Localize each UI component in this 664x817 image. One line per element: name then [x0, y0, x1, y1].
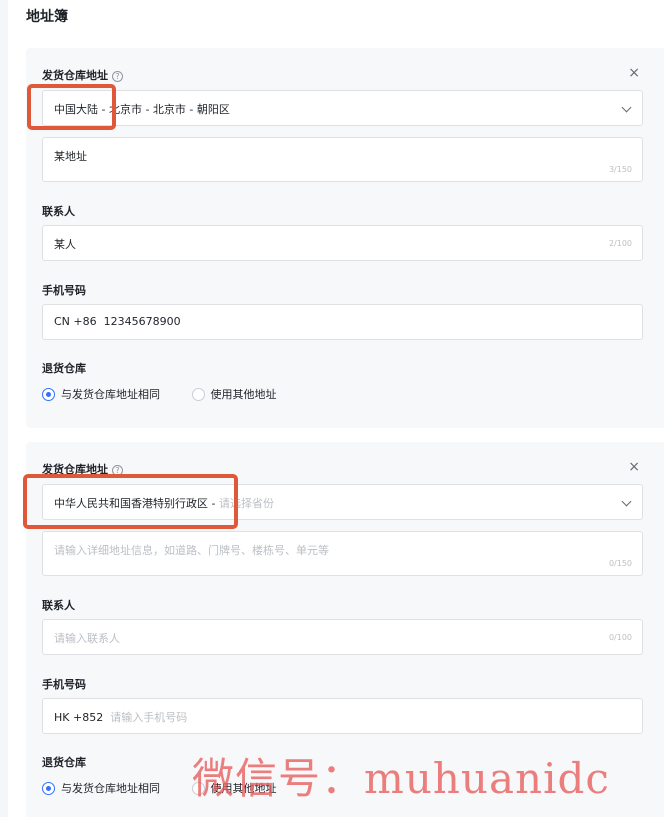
close-icon[interactable]: ×: [628, 66, 640, 80]
watermark: 微信号：muhuanidc: [192, 754, 610, 803]
contact-placeholder: 请输入联系人: [54, 632, 120, 645]
page-title: 地址簿: [26, 9, 68, 25]
return-warehouse-label: 退货仓库: [42, 362, 86, 375]
phone-label: 手机号码: [42, 284, 86, 297]
contact-counter: 2/100: [608, 239, 632, 248]
address-placeholder: 请输入详细地址信息，如道路、门牌号、楼栋号、单元等: [54, 544, 329, 557]
phone-placeholder: 请输入手机号码: [110, 711, 188, 724]
chevron-down-icon: [621, 102, 632, 113]
phone-input[interactable]: CN +86 12345678900: [42, 304, 643, 340]
phone-value: HK +852 请输入手机号码: [54, 709, 187, 725]
contact-counter: 0/100: [608, 633, 632, 642]
radio-same-label: 与发货仓库地址相同: [61, 388, 160, 401]
radio-unchecked-icon[interactable]: [191, 388, 205, 401]
highlight-box-region-2: [23, 474, 238, 529]
chevron-down-icon: [621, 496, 632, 507]
phone-value: CN +86 12345678900: [54, 315, 181, 328]
ship-address-label-text: 发货仓库地址: [42, 69, 108, 82]
contact-input[interactable]: 请输入联系人 0/100: [42, 619, 643, 655]
phone-prefix[interactable]: HK +852: [54, 711, 103, 724]
contact-input[interactable]: 某人 2/100: [42, 225, 643, 261]
address-value: 某地址: [54, 150, 87, 163]
close-icon[interactable]: ×: [628, 460, 640, 474]
phone-label: 手机号码: [42, 678, 86, 691]
address-input[interactable]: 请输入详细地址信息，如道路、门牌号、楼栋号、单元等 0/150: [42, 531, 643, 576]
radio-use-other[interactable]: 使用其他地址: [191, 386, 277, 402]
contact-label: 联系人: [42, 205, 75, 218]
radio-other-label: 使用其他地址: [210, 388, 277, 401]
region-select[interactable]: 中国大陆 - 北京市 - 北京市 - 朝阳区: [42, 90, 643, 126]
radio-same-as-ship[interactable]: 与发货仓库地址相同: [42, 780, 160, 796]
return-warehouse-label: 退货仓库: [42, 756, 86, 769]
help-icon[interactable]: ?: [112, 71, 123, 82]
radio-checked-icon[interactable]: [42, 782, 55, 795]
address-input[interactable]: 某地址 3/150: [42, 137, 643, 182]
radio-checked-icon[interactable]: [42, 388, 55, 401]
address-card: 发货仓库地址? × 中国大陆 - 北京市 - 北京市 - 朝阳区 某地址 3/1…: [26, 48, 664, 428]
contact-label: 联系人: [42, 599, 75, 612]
phone-input[interactable]: HK +852 请输入手机号码: [42, 698, 643, 734]
phone-prefix[interactable]: CN +86: [54, 315, 97, 328]
radio-same-label: 与发货仓库地址相同: [61, 782, 160, 795]
highlight-box-region-1: [27, 84, 116, 130]
ship-address-label: 发货仓库地址?: [42, 67, 123, 83]
radio-same-as-ship[interactable]: 与发货仓库地址相同: [42, 386, 160, 402]
address-counter: 3/150: [608, 165, 632, 174]
contact-value: 某人: [54, 238, 76, 251]
address-counter: 0/150: [608, 559, 632, 568]
return-warehouse-options: 与发货仓库地址相同 使用其他地址: [42, 386, 305, 402]
phone-number: 12345678900: [103, 315, 181, 328]
